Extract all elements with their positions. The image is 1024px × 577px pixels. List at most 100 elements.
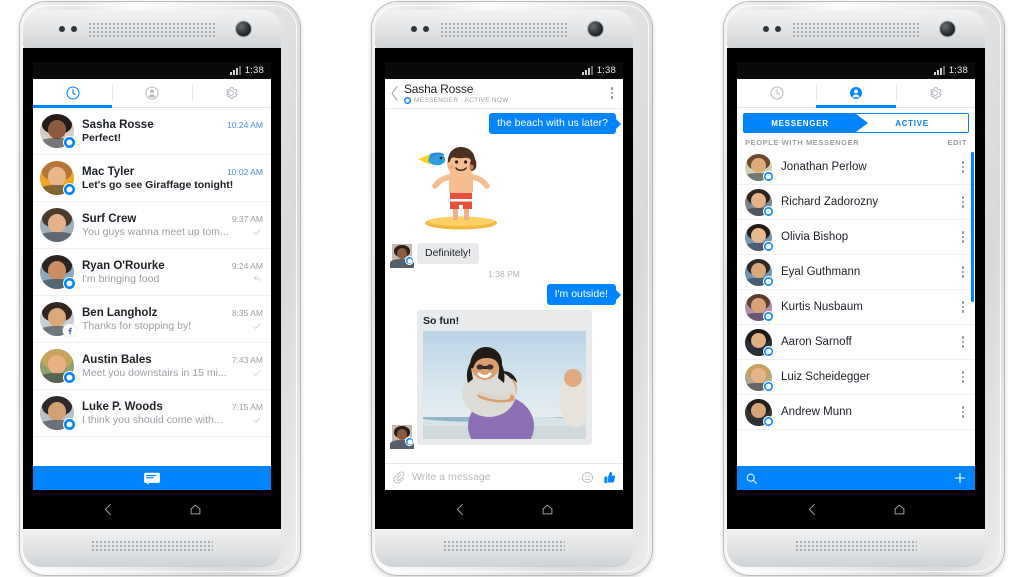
avatar[interactable] [40,161,76,196]
earpiece-grille [88,21,216,37]
bottom-speaker-grille [91,539,213,553]
thread-status-icon [251,274,263,284]
avatar[interactable] [40,255,76,290]
thread-time: 8:35 AM [231,307,263,318]
avatar[interactable] [745,223,774,252]
contact-row[interactable]: Andrew Munn [737,395,975,430]
thread-row[interactable]: Surf Crew 9:37 AM You guys wanna meet up t… [33,202,271,249]
contact-row[interactable]: Eyal Guthmann [737,255,975,290]
segment-active[interactable]: ACTIVE [856,114,968,132]
thread-status-icon [251,321,263,331]
message-input[interactable]: Write a message [412,471,574,483]
status-time: 1:38 [948,65,968,76]
contact-row[interactable]: Luiz Scheidegger [737,360,975,395]
home-icon[interactable] [892,502,907,517]
message-bubble[interactable]: Definitely! [417,243,480,265]
tab-recent[interactable] [737,79,816,107]
plus-icon[interactable] [953,471,967,485]
conversation-header: Sasha Rosse MESSENGER · ACTIVE NOW [385,79,623,109]
messenger-badge-icon [63,277,76,290]
message-row-outgoing: I'm outside! [392,284,616,306]
tab-settings[interactable] [895,79,975,107]
contact-overflow-icon[interactable] [959,298,968,316]
avatar[interactable] [390,244,414,268]
segment-messenger[interactable]: MESSENGER [744,114,856,132]
photo-message-card[interactable]: So fun! [417,310,592,446]
paperclip-icon[interactable] [392,471,405,484]
phone-top-bezel [375,10,633,48]
surfer-sticker[interactable] [406,139,510,238]
scrollbar[interactable] [971,152,974,302]
avatar[interactable] [745,398,774,427]
thread-name: Ryan O'Rourke [82,259,165,272]
message-bubble[interactable]: the beach with us later? [489,113,616,135]
contact-overflow-icon[interactable] [959,403,968,421]
thread-content: Sasha Rosse 10:24 AM Perfect! [82,119,263,144]
home-icon[interactable] [540,502,555,517]
search-icon[interactable] [745,472,758,485]
tab-contacts[interactable] [112,79,191,107]
thread-row[interactable]: Sasha Rosse 10:24 AM Perfect! [33,108,271,155]
back-icon[interactable] [453,502,468,517]
contact-overflow-icon[interactable] [959,228,968,246]
overflow-menu-icon[interactable] [608,84,617,102]
contact-overflow-icon[interactable] [959,193,968,211]
contact-row[interactable]: Richard Zadorozny [737,185,975,220]
thread-row[interactable]: Luke P. Woods 7:15 AM I think you should c… [33,390,271,437]
avatar[interactable] [40,208,74,242]
contact-overflow-icon[interactable] [959,368,968,386]
messenger-badge-icon [763,415,774,427]
thread-row[interactable]: Ryan O'Rourke 9:24 AM I'm bringing food [33,249,271,296]
edit-button[interactable]: EDIT [948,138,967,147]
thumbs-up-icon[interactable] [601,470,616,485]
thread-row[interactable]: Mac Tyler 10:02 AM Let's go see Giraffage … [33,155,271,202]
photo-attachment[interactable] [423,331,586,440]
emoji-smiley-icon[interactable] [581,471,594,484]
seen-check-icon [253,228,261,235]
message-bubble[interactable]: I'm outside! [546,284,616,306]
avatar[interactable] [745,293,774,322]
tab-contacts[interactable] [816,79,896,108]
avatar[interactable] [40,302,76,337]
back-chevron-icon[interactable] [390,85,399,101]
avatar[interactable] [745,363,774,392]
contact-row[interactable]: Aaron Sarnoff [737,325,975,360]
gear-icon [930,87,942,99]
thread-content: Ben Langholz 8:35 AM Thanks for stopping b… [82,307,263,332]
avatar[interactable] [745,258,774,287]
avatar[interactable] [40,349,76,384]
thread-time: 10:02 AM [227,166,263,177]
seen-check-icon [253,416,261,423]
sensor-dots-icon [59,26,77,32]
contact-row[interactable]: Jonathan Perlow [737,150,975,185]
compose-button[interactable] [33,466,271,490]
phone2-display: 1:38 Sasha Rosse MESSENGER · ACTIVE NOW [375,48,633,529]
messenger-badge-icon [63,418,76,431]
back-icon[interactable] [101,502,116,517]
contact-row[interactable]: Olivia Bishop [737,220,975,255]
seen-check-icon [253,369,261,376]
avatar[interactable] [40,396,76,431]
contact-overflow-icon[interactable] [959,333,968,351]
avatar[interactable] [390,425,414,449]
contact-row[interactable]: Kurtis Nusbaum [737,290,975,325]
contact-name: Jonathan Perlow [781,161,867,173]
contact-overflow-icon[interactable] [959,263,968,281]
contact-overflow-icon[interactable] [959,158,968,176]
home-icon[interactable] [188,502,203,517]
sensor-dots-icon [411,26,429,32]
thread-row[interactable]: Austin Bales 7:43 AM Meet you downstairs i… [33,343,271,390]
thread-row[interactable]: Ben Langholz 8:35 AM Thanks for stopping b… [33,296,271,343]
phone-device-2: 1:38 Sasha Rosse MESSENGER · ACTIVE NOW [364,0,660,577]
message-list[interactable]: the beach with us later? Definitely! 1:3… [385,109,623,463]
thread-list[interactable]: Sasha Rosse 10:24 AM Perfect! Mac Tyler 10:0… [33,108,271,466]
avatar[interactable] [745,328,774,357]
contact-list[interactable]: Jonathan Perlow Richard Zadorozny Olivia B… [737,150,975,466]
avatar[interactable] [40,114,76,149]
avatar[interactable] [745,188,774,217]
tab-recent[interactable] [33,79,113,108]
back-icon[interactable] [805,502,820,517]
tab-settings[interactable] [191,79,271,107]
avatar[interactable] [745,153,774,182]
phone-device-3: 1:38 MESSENGER ACTIVE PEOPLE WITH MESSEN… [716,0,1012,577]
